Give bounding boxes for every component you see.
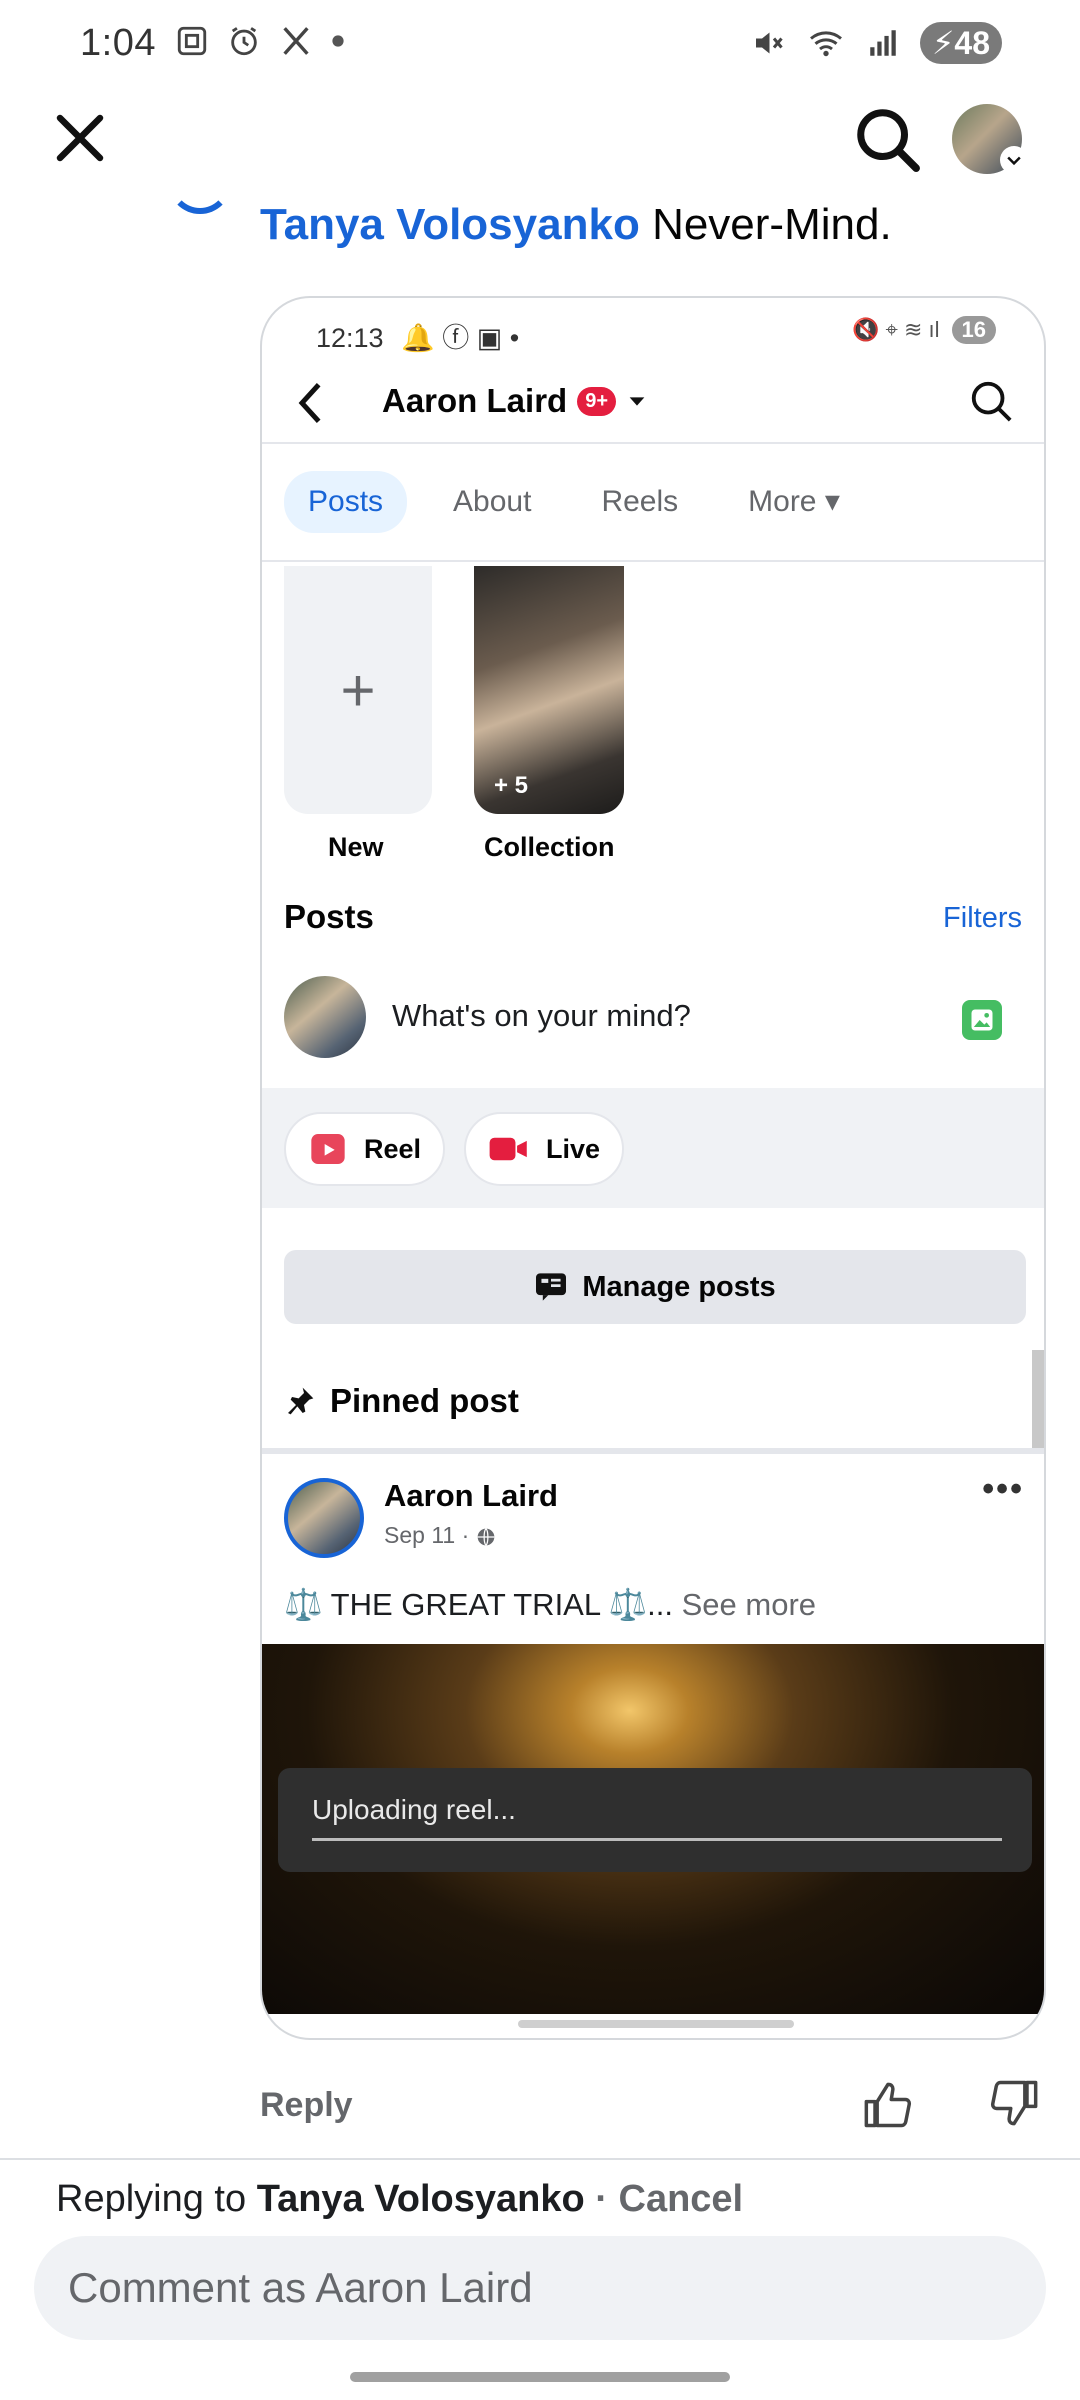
tab-reels[interactable]: Reels [577,471,702,533]
inner-status-icons: 🔇 ⌖ ≋ ıl 16 [852,316,996,344]
post-author[interactable]: Aaron Laird [384,1478,558,1514]
plus-icon: + [340,656,376,724]
pinned-label: Pinned post [330,1382,519,1419]
reel-button[interactable]: Reel [284,1112,446,1186]
cancel-button[interactable]: Cancel [619,2178,744,2220]
tab-more-label: More [748,485,817,518]
post-body: ⚖️ THE GREAT TRIAL ⚖️... [284,1587,673,1622]
posts-heading: Posts [284,898,374,935]
inner-time: 12:13 [316,323,384,353]
search-icon[interactable] [968,378,1014,424]
composer-divider [0,2158,1080,2160]
home-indicator[interactable] [350,2372,730,2382]
close-icon[interactable] [50,108,110,168]
reel-label: Reel [364,1133,422,1164]
attached-screenshot[interactable]: 12:13 🔔 ⓕ ▣ • 🔇 ⌖ ≋ ıl 16 Aaron Laird 9+… [260,296,1046,2040]
tab-about[interactable]: About [429,471,555,533]
status-time: 1:04 [80,22,156,64]
divider [262,560,1044,562]
notification-badge: 9+ [577,386,617,416]
manage-posts-button[interactable]: Manage posts [284,1250,1026,1324]
tab-more[interactable]: More ▾ [724,470,864,533]
replying-prefix: Replying to [56,2178,247,2220]
post-meta: Sep 11 · [384,1522,496,1549]
wifi-icon [809,31,842,57]
post-author-avatar[interactable] [284,1478,364,1558]
composer-prompt[interactable]: What's on your mind? [392,998,691,1034]
profile-name: Aaron Laird [382,382,568,419]
chevron-down-icon[interactable] [1000,146,1028,174]
live-label: Live [546,1133,601,1164]
inner-status-time: 12:13 🔔 ⓕ ▣ • [316,323,520,353]
tab-posts[interactable]: Posts [284,470,408,533]
mute-icon [755,32,783,54]
separator: · [595,2178,608,2220]
new-tile-label: New [328,832,384,862]
collection-tile[interactable]: + 5 [474,566,624,814]
avatar[interactable] [284,976,366,1058]
comment-input[interactable]: Comment as Aaron Laird [34,2236,1046,2340]
comment-placeholder: Comment as Aaron Laird [68,2264,533,2311]
thumbs-down-icon[interactable] [988,2076,1040,2128]
post-text: ⚖️ THE GREAT TRIAL ⚖️... See more [284,1586,816,1623]
pinned-post-header: Pinned post [284,1382,519,1420]
scrollbar[interactable] [1032,1350,1044,1450]
inner-home-indicator [518,2020,794,2028]
replying-to-name: Tanya Volosyanko [256,2178,585,2220]
signal-icon [870,30,896,56]
upload-status: Uploading reel... [312,1794,516,1825]
x-app-icon [283,27,309,55]
dot-icon [332,35,344,47]
profile-title[interactable]: Aaron Laird 9+ [382,382,648,420]
caret-down-icon [629,397,645,406]
section-separator [262,1448,1044,1454]
pin-icon [288,1387,314,1415]
thumbs-up-icon[interactable] [862,2080,914,2132]
globe-icon [477,1528,494,1546]
more-options-icon[interactable]: ••• [982,1470,1024,1509]
new-collection-tile[interactable]: + [284,566,432,814]
reply-button[interactable]: Reply [260,2086,353,2125]
post-date: Sep 11 · [384,1522,470,1548]
photo-icon[interactable] [962,1000,1002,1040]
collection-tile-label: Collection [484,832,615,862]
screenshot-icon [177,26,207,56]
comment-text: Tanya Volosyanko Never-Mind. [260,200,892,250]
filters-link[interactable]: Filters [943,902,1022,935]
search-icon[interactable] [852,104,922,174]
profile-tabs: Posts About Reels More ▾ [284,470,864,533]
comment-body: Never-Mind. [652,200,892,249]
collection-count: + 5 [494,772,529,799]
comment-author[interactable]: Tanya Volosyanko [260,200,640,249]
back-icon[interactable] [292,378,332,428]
status-left-icons [175,24,345,58]
manage-posts-label: Manage posts [582,1270,776,1303]
alarm-icon [231,27,257,56]
battery-icon: ⚡ 48 [919,22,1002,64]
reel-icon [311,1134,345,1164]
status-right-icons: ⚡ 48 [750,22,1002,64]
thread-connector [168,150,232,214]
divider [262,442,1044,444]
replying-to-bar: Replying to Tanya Volosyanko · Cancel [56,2178,743,2221]
see-more-link[interactable]: See more [682,1587,816,1622]
upload-toast: Uploading reel... [278,1768,1032,1872]
upload-progress [312,1838,1002,1841]
manage-posts-icon [536,1273,567,1301]
live-button[interactable]: Live [464,1112,625,1186]
battery-level: 48 [954,24,990,61]
inner-battery: 16 [951,316,996,344]
live-video-icon [489,1137,527,1161]
